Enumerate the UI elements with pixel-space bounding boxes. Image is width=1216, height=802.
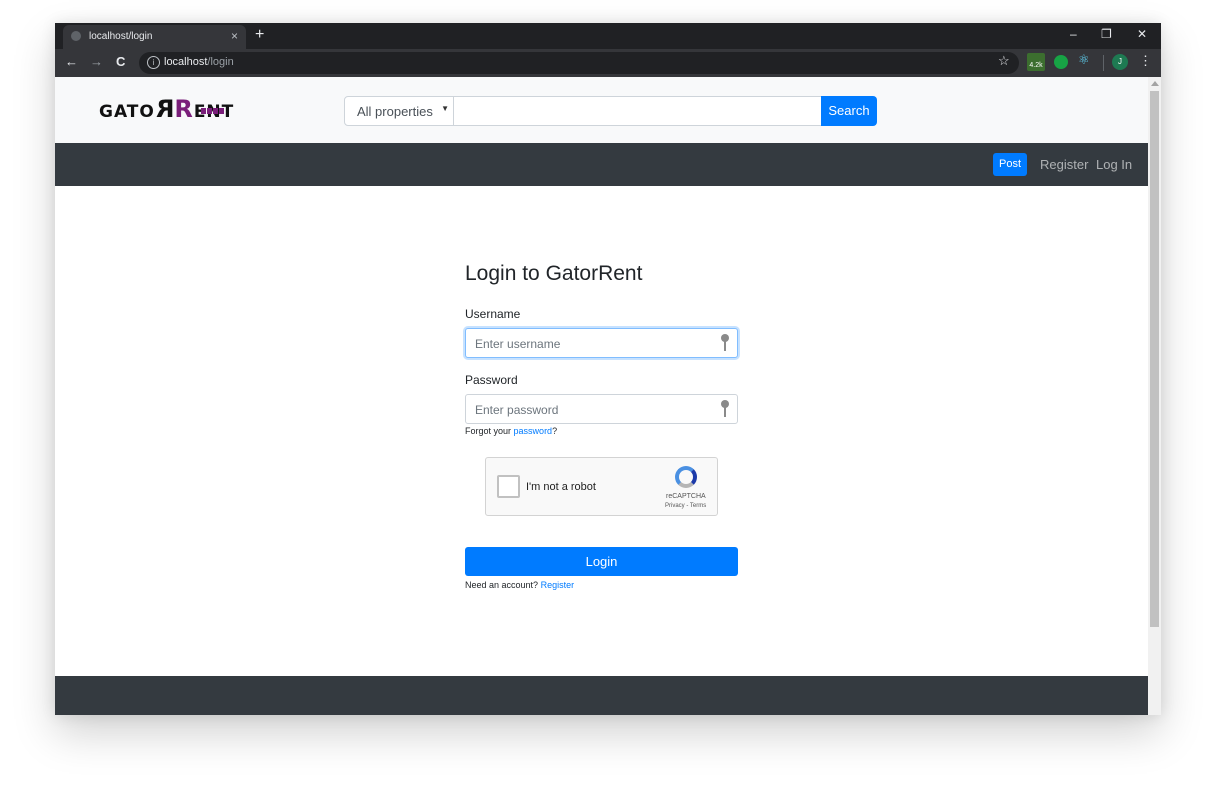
gatorrent-logo[interactable]: GATORRENT [99,95,234,125]
close-tab-icon[interactable]: × [231,29,238,43]
page-title: Login to GatorRent [465,262,643,285]
search-input[interactable] [453,96,823,126]
vertical-scrollbar[interactable] [1148,77,1161,715]
browser-window: localhost/login × + – ❐ ✕ ← → C i localh… [55,23,1161,715]
profile-avatar[interactable]: J [1112,54,1128,70]
restore-button[interactable]: ❐ [1101,27,1112,41]
info-icon[interactable]: i [147,56,160,69]
recaptcha-brand: reCAPTCHA [666,493,706,500]
post-button[interactable]: Post [993,153,1027,176]
extension-badge-icon[interactable]: 4.2k [1027,53,1045,71]
property-type-select[interactable]: All properties ▼ [344,96,454,126]
caret-down-icon: ▼ [441,104,449,113]
forward-icon[interactable]: → [90,54,103,69]
logo-blocks [201,99,225,119]
scroll-up-arrow-icon[interactable] [1151,81,1159,86]
key-icon[interactable] [721,334,729,352]
close-window-button[interactable]: ✕ [1137,27,1147,41]
toolbar-divider [1103,55,1104,71]
register-link[interactable]: Register [541,580,575,590]
main-navbar: Post Register Log In [55,143,1148,186]
forgot-password-text: Forgot your password? [465,426,558,436]
recaptcha-terms[interactable]: Privacy - Terms [665,503,706,509]
recaptcha-widget: I'm not a robot reCAPTCHA Privacy - Term… [485,457,718,516]
page-viewport: GATORRENT All properties ▼ Search Post R… [55,77,1148,715]
browser-menu-icon[interactable]: ⋮ [1139,53,1152,69]
recaptcha-label: I'm not a robot [526,481,596,493]
password-label: Password [465,373,518,387]
site-header: GATORRENT All properties ▼ Search [55,77,1148,143]
new-tab-button[interactable]: + [255,26,264,44]
key-icon[interactable] [721,400,729,418]
scrollbar-thumb[interactable] [1150,91,1159,627]
bookmark-star-icon[interactable]: ☆ [998,53,1010,69]
search-button[interactable]: Search [821,96,877,126]
browser-toolbar: ← → C i localhost/login ☆ 4.2k ⚛ J ⋮ [55,49,1161,77]
back-icon[interactable]: ← [65,54,78,69]
minimize-button[interactable]: – [1070,27,1077,41]
url-text: localhost/login [164,56,234,68]
browser-tab[interactable]: localhost/login × [63,25,246,49]
username-field[interactable]: Enter username [465,328,738,358]
password-field[interactable]: Enter password [465,394,738,424]
forgot-password-link[interactable]: password [514,426,553,436]
globe-icon [71,31,81,41]
username-label: Username [465,307,521,321]
tab-strip: localhost/login × + – ❐ ✕ [55,23,1161,49]
register-nav-link[interactable]: Register [1040,157,1088,172]
reload-icon[interactable]: C [116,54,125,69]
extension-green-icon[interactable] [1054,55,1068,69]
recaptcha-logo-icon [675,466,697,488]
tab-title: localhost/login [89,31,153,42]
recaptcha-checkbox[interactable] [497,475,520,498]
react-devtools-icon[interactable]: ⚛ [1078,52,1090,67]
need-account-text: Need an account? Register [465,580,575,590]
site-footer [55,676,1148,715]
login-nav-link[interactable]: Log In [1096,157,1132,172]
address-bar[interactable]: i localhost/login [139,52,1019,74]
login-button[interactable]: Login [465,547,738,576]
